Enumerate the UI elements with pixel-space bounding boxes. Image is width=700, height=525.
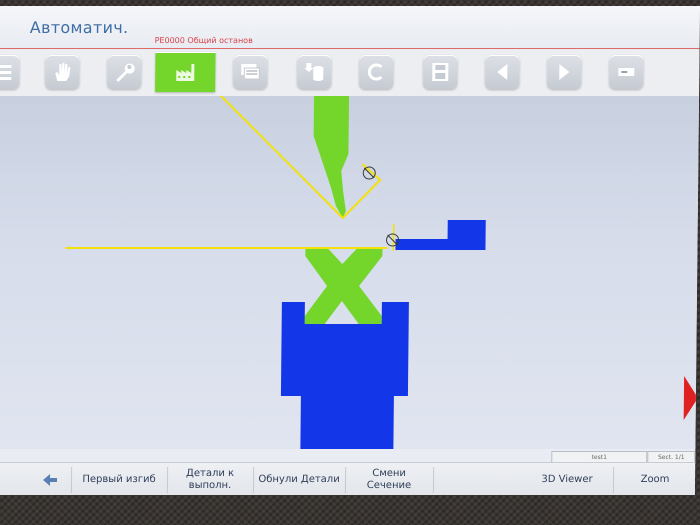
c-button[interactable] [359, 55, 394, 89]
back-button[interactable] [35, 466, 65, 494]
sheet-bent [218, 96, 382, 220]
alarm-divider [0, 48, 700, 49]
title-bar: Автоматич. PE0000 Общий останов [0, 6, 700, 50]
mode-title: Автоматич. [29, 18, 129, 37]
minus-icon [618, 68, 635, 76]
details-label-line2: выполн. [188, 480, 232, 491]
database-icon [304, 63, 324, 81]
previous-button[interactable] [485, 55, 520, 89]
reset-details-button[interactable]: Обнули Детали [257, 466, 341, 494]
list-button[interactable] [0, 55, 20, 89]
hmi-screen: Автоматич. PE0000 Общий останов test1 Se… [0, 6, 700, 495]
factory-icon [176, 64, 195, 81]
production-button[interactable] [155, 52, 216, 92]
layers-button[interactable] [233, 55, 268, 89]
bend-simulation-view[interactable] [0, 96, 700, 449]
wrench-icon [116, 63, 135, 82]
bend-drawing [65, 96, 486, 449]
tools-button[interactable] [107, 55, 142, 89]
arrow-left-icon [497, 64, 508, 80]
alarm-message: PE0000 Общий останов [154, 36, 253, 45]
3d-viewer-button[interactable]: 3D Viewer [525, 466, 609, 494]
details-label-line1: Детали к [186, 468, 235, 479]
details-to-do-button[interactable]: Детали к выполн. [171, 466, 249, 494]
separator [344, 467, 347, 493]
separator [432, 467, 435, 493]
list-icon [0, 65, 12, 80]
die-block [280, 302, 409, 449]
separator [252, 467, 255, 493]
database-button[interactable] [297, 55, 332, 89]
main-toolbar [0, 50, 700, 96]
manual-button[interactable] [45, 55, 80, 89]
arrow-right-icon [559, 64, 570, 80]
separator [612, 467, 615, 493]
separator [166, 467, 169, 493]
back-gauge [395, 220, 486, 250]
hand-icon [55, 63, 71, 81]
back-arrow-icon [43, 474, 58, 486]
first-bend-button[interactable]: Первый изгиб [75, 466, 163, 494]
lower-die-tool [304, 248, 383, 324]
separator [70, 467, 73, 493]
change-section-button[interactable]: Смени Сечение [349, 466, 429, 494]
bottom-bar: Первый изгиб Детали к выполн. Обнули Дет… [0, 462, 696, 495]
save-button[interactable] [423, 55, 458, 89]
minus-button[interactable] [609, 55, 644, 89]
layers-icon [241, 64, 260, 80]
zoom-button[interactable]: Zoom [617, 466, 693, 494]
upper-punch [313, 96, 350, 218]
next-button[interactable] [547, 55, 582, 89]
save-icon [432, 63, 449, 81]
c-icon [367, 63, 383, 81]
